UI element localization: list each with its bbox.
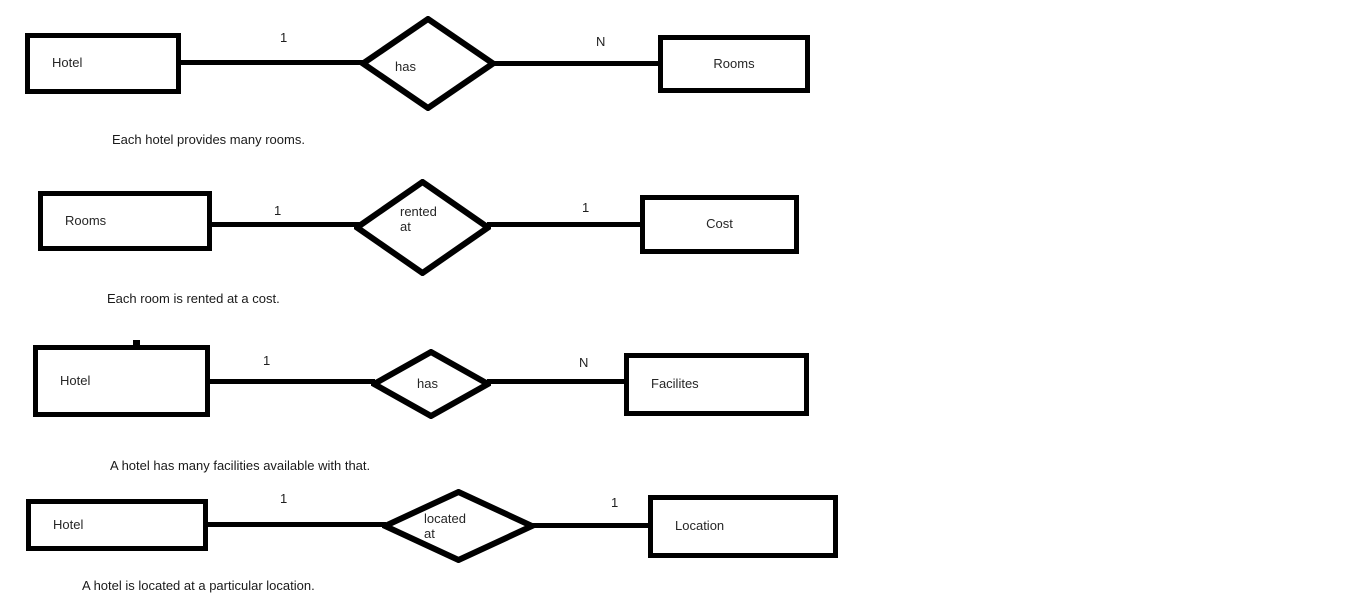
connector-line-right [487, 379, 627, 384]
cardinality-label-left: 1 [263, 353, 271, 368]
entity-label: Rooms [713, 55, 755, 71]
entity-label: Hotel [60, 372, 91, 388]
entity-box-rooms-2[interactable]: Rooms [38, 191, 212, 251]
entity-label: Hotel [53, 516, 84, 532]
cardinality-label-right: 1 [611, 495, 619, 510]
connector-line-right [492, 61, 660, 66]
relationship-diamond-label: located at [424, 511, 466, 541]
relationship-caption: Each room is rented at a cost. [107, 291, 280, 306]
connector-line-right [487, 222, 642, 227]
entity-label: Location [675, 518, 725, 534]
connector-line-right [531, 523, 651, 528]
entity-box-cost[interactable]: Cost [640, 195, 799, 254]
connector-line-left [210, 379, 375, 384]
entity-box-rooms-1[interactable]: Rooms [658, 35, 810, 93]
cardinality-label-right: N [596, 34, 606, 49]
entity-label: Rooms [65, 212, 107, 228]
connector-line-left [208, 522, 386, 527]
cardinality-label-right: N [579, 355, 589, 370]
entity-box-location[interactable]: Location [648, 495, 838, 558]
connector-line-left [181, 60, 363, 65]
er-diagram-canvas: Hotel 1 has N Rooms Each hotel provides … [0, 0, 1360, 612]
entity-box-hotel-4[interactable]: Hotel [26, 499, 208, 551]
cardinality-label-left: 1 [280, 491, 288, 506]
connector-line-left [212, 222, 360, 227]
relationship-caption: Each hotel provides many rooms. [112, 132, 305, 147]
entity-box-hotel-3[interactable]: Hotel [33, 345, 210, 417]
entity-box-facilites[interactable]: Facilites [624, 353, 809, 416]
relationship-diamond-has-1[interactable] [360, 16, 496, 111]
relationship-diamond-label: has [417, 376, 438, 391]
entity-box-hotel-1[interactable]: Hotel [25, 33, 181, 94]
relationship-diamond-label: rented at [400, 204, 437, 234]
relationship-caption: A hotel is located at a particular locat… [82, 578, 315, 593]
entity-label: Hotel [52, 55, 83, 71]
relationship-diamond-label: has [395, 59, 416, 74]
cardinality-label-left: 1 [280, 30, 288, 45]
entity-label: Cost [706, 216, 733, 232]
cardinality-label-left: 1 [274, 203, 282, 218]
box-top-tick-mark [133, 340, 140, 346]
relationship-caption: A hotel has many facilities available wi… [110, 458, 371, 473]
entity-label: Facilites [651, 376, 699, 392]
cardinality-label-right: 1 [582, 200, 590, 215]
